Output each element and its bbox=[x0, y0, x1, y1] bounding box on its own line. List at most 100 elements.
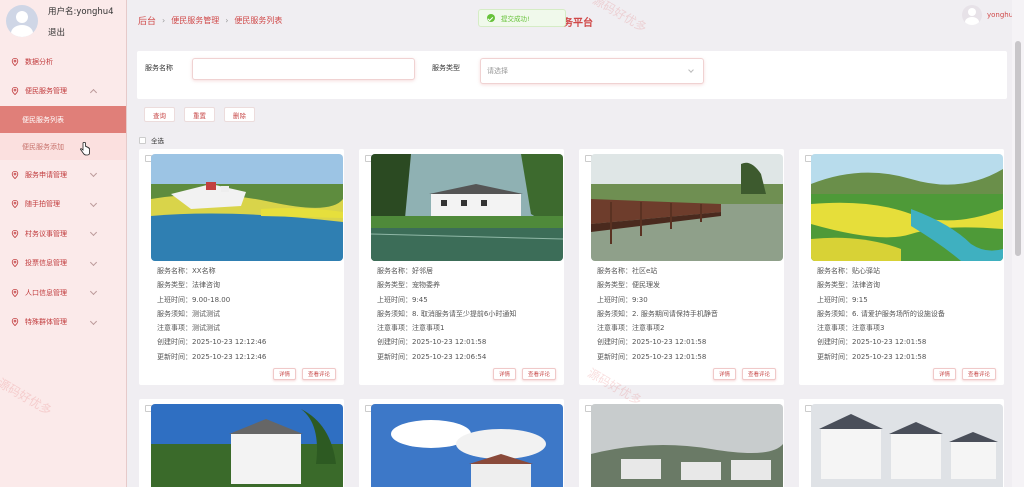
chevron-down-icon bbox=[89, 169, 98, 178]
service-image bbox=[811, 154, 1003, 261]
sidebar-subitem-service-add[interactable]: 便民服务添加 bbox=[0, 133, 126, 160]
sidebar-item-label: 特殊群体管理 bbox=[25, 318, 67, 327]
sidebar-item-label: 数据分析 bbox=[25, 57, 53, 66]
location-pin-icon bbox=[11, 57, 19, 66]
chevron-down-icon bbox=[89, 199, 98, 207]
view-reviews-button[interactable]: 查看评论 bbox=[961, 368, 996, 380]
card-work-hours: 上班时间：9:15 bbox=[817, 295, 868, 304]
card-info: 服务名称：好邻居 服务类型：宠物委养 上班时间：9:45 服务须知：8. 取消服… bbox=[377, 264, 562, 364]
card-created-time: 创建时间：2025-10-23 12:01:58 bbox=[597, 338, 707, 347]
action-buttons: 查询 重置 删除 bbox=[144, 107, 264, 122]
card-created-time: 创建时间：2025-10-23 12:12:46 bbox=[157, 338, 267, 347]
sidebar-menu: 数据分析 便民服务管理 便民服务列表 便民服务添加 服务申请管理 随手拍管理 村… bbox=[0, 47, 126, 337]
card-notes: 注意事项：注意事项1 bbox=[377, 324, 445, 333]
sidebar-item-application-management[interactable]: 服务申请管理 bbox=[0, 160, 126, 190]
card-actions: 详情 查看评论 bbox=[267, 368, 336, 380]
service-card bbox=[579, 399, 784, 487]
card-actions: 详情 查看评论 bbox=[707, 368, 776, 380]
card-work-hours: 上班时间：9:30 bbox=[597, 295, 648, 304]
logout-link[interactable]: 退出 bbox=[48, 26, 65, 38]
service-image bbox=[811, 404, 1003, 487]
service-type-label: 服务类型 bbox=[432, 64, 460, 72]
service-image bbox=[151, 404, 343, 487]
reset-button[interactable]: 重置 bbox=[184, 107, 215, 122]
card-service-name: 服务名称：社区e站 bbox=[597, 267, 658, 275]
sidebar-item-label: 人口信息管理 bbox=[25, 288, 67, 297]
service-card: 服务名称：好邻居 服务类型：宠物委养 上班时间：9:45 服务须知：8. 取消服… bbox=[359, 149, 564, 385]
card-updated-time: 更新时间：2025-10-23 12:12:46 bbox=[157, 352, 267, 361]
card-info: 服务名称：XX名称 服务类型：法律咨询 上班时间：9.00-18.00 服务须知… bbox=[157, 264, 342, 364]
service-name-input[interactable] bbox=[192, 58, 415, 80]
top-bar: 后台 › 便民服务管理 › 便民服务列表 村服务平台 提交成功! yonghu4 bbox=[128, 0, 1024, 40]
sidebar-item-snapshot-management[interactable]: 随手拍管理 bbox=[0, 190, 126, 220]
card-updated-time: 更新时间：2025-10-23 12:01:58 bbox=[597, 352, 707, 361]
card-service-notice: 服务须知：8. 取消服务请至少提前6小时通知 bbox=[377, 309, 517, 318]
card-service-name: 服务名称：好邻居 bbox=[377, 267, 433, 275]
service-card: 服务名称：XX名称 服务类型：法律咨询 上班时间：9.00-18.00 服务须知… bbox=[139, 149, 344, 385]
chevron-up-icon bbox=[89, 88, 98, 96]
location-pin-icon bbox=[11, 259, 19, 268]
location-pin-icon bbox=[11, 288, 19, 297]
sidebar-item-service-management[interactable]: 便民服务管理 bbox=[0, 77, 126, 107]
card-service-type: 服务类型：便民理发 bbox=[597, 281, 660, 290]
view-reviews-button[interactable]: 查看评论 bbox=[521, 368, 556, 380]
sidebar-subitem-service-list[interactable]: 便民服务列表 bbox=[0, 106, 126, 133]
card-service-notice: 服务须知：6. 请爱护服务场所的设施设备 bbox=[817, 309, 945, 318]
card-notes: 注意事项：注意事项2 bbox=[597, 324, 665, 333]
service-image bbox=[591, 154, 783, 261]
service-card: 服务名称：社区e站 服务类型：便民理发 上班时间：9:30 服务须知：2. 服务… bbox=[579, 149, 784, 385]
sidebar-item-special-groups[interactable]: 特殊群体管理 bbox=[0, 308, 126, 338]
username-label: 用户名:yonghu4 bbox=[48, 7, 114, 17]
service-image bbox=[151, 154, 343, 261]
select-all-checkbox[interactable] bbox=[139, 136, 146, 144]
location-pin-icon bbox=[11, 318, 19, 327]
card-service-type: 服务类型：宠物委养 bbox=[377, 281, 440, 290]
detail-button[interactable]: 详情 bbox=[272, 368, 296, 380]
card-service-name: 服务名称：XX名称 bbox=[157, 267, 216, 275]
card-actions: 详情 查看评论 bbox=[487, 368, 556, 380]
page-scrollbar[interactable] bbox=[1012, 0, 1024, 487]
sidebar-item-voting[interactable]: 投票信息管理 bbox=[0, 249, 126, 279]
view-reviews-button[interactable]: 查看评论 bbox=[301, 368, 336, 380]
sidebar-item-data-analysis[interactable]: 数据分析 bbox=[0, 47, 126, 77]
chevron-down-icon bbox=[89, 228, 98, 237]
sidebar-item-label: 便民服务管理 bbox=[25, 87, 67, 96]
sidebar-item-label: 服务申请管理 bbox=[25, 170, 67, 179]
toast-message: 提交成功! bbox=[501, 15, 530, 23]
detail-button[interactable]: 详情 bbox=[932, 368, 956, 380]
success-toast: 提交成功! bbox=[478, 9, 566, 27]
service-image bbox=[591, 404, 783, 487]
scrollbar-thumb[interactable] bbox=[1015, 41, 1021, 256]
card-updated-time: 更新时间：2025-10-23 12:06:54 bbox=[377, 352, 487, 361]
service-card bbox=[359, 399, 564, 487]
card-service-name: 服务名称：贴心驿站 bbox=[817, 267, 880, 275]
delete-button[interactable]: 删除 bbox=[224, 107, 255, 122]
user-avatar-icon[interactable] bbox=[962, 5, 982, 25]
sidebar: 用户名:yonghu4 退出 数据分析 便民服务管理 便民服务列表 便民服务添加… bbox=[0, 0, 127, 487]
breadcrumb-home[interactable]: 后台 bbox=[138, 14, 156, 27]
sidebar-item-label: 投票信息管理 bbox=[25, 259, 67, 268]
card-work-hours: 上班时间：9:45 bbox=[377, 295, 428, 304]
sidebar-item-label: 随手拍管理 bbox=[25, 200, 60, 209]
sidebar-item-population[interactable]: 人口信息管理 bbox=[0, 278, 126, 308]
select-all[interactable]: 全选 bbox=[139, 135, 164, 145]
service-type-select[interactable]: 请选择 bbox=[480, 58, 704, 84]
query-button[interactable]: 查询 bbox=[144, 107, 175, 122]
breadcrumb-level1[interactable]: 便民服务管理 bbox=[171, 15, 219, 26]
chevron-down-icon bbox=[89, 258, 98, 266]
detail-button[interactable]: 详情 bbox=[492, 368, 516, 380]
sidebar-item-village-affairs[interactable]: 村务议事管理 bbox=[0, 219, 126, 249]
card-service-notice: 服务须知：2. 服务期间请保持手机静音 bbox=[597, 309, 718, 318]
chevron-down-icon bbox=[688, 67, 694, 73]
service-card bbox=[139, 399, 344, 487]
location-pin-icon bbox=[11, 170, 19, 179]
breadcrumb-separator-icon: › bbox=[162, 16, 166, 25]
chevron-down-icon bbox=[89, 317, 98, 325]
check-circle-icon bbox=[487, 14, 495, 22]
view-reviews-button[interactable]: 查看评论 bbox=[741, 368, 776, 380]
detail-button[interactable]: 详情 bbox=[712, 368, 736, 380]
search-panel: 服务名称 服务类型 请选择 bbox=[137, 51, 1007, 99]
card-updated-time: 更新时间：2025-10-23 12:01:58 bbox=[817, 352, 927, 361]
select-placeholder: 请选择 bbox=[487, 67, 508, 75]
card-info: 服务名称：社区e站 服务类型：便民理发 上班时间：9:30 服务须知：2. 服务… bbox=[597, 264, 782, 364]
